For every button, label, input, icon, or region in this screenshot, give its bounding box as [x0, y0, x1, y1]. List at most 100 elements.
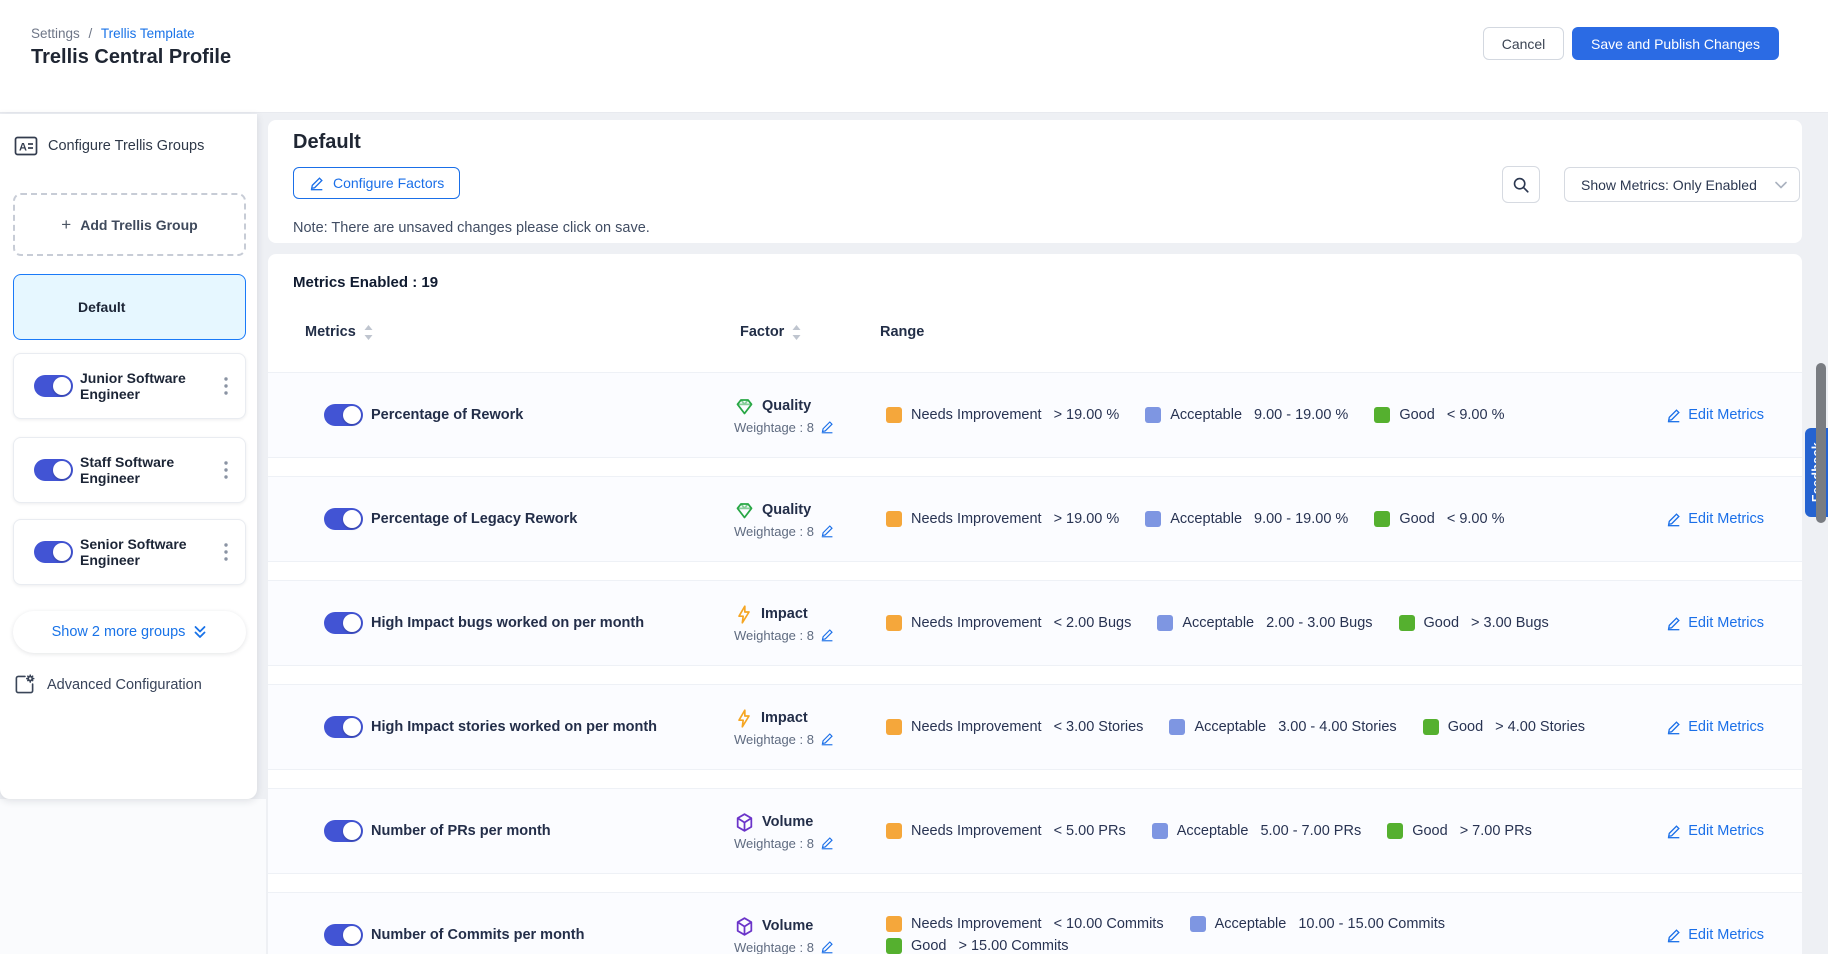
- show-more-groups-button[interactable]: Show 2 more groups: [13, 611, 246, 653]
- range-chip-needs-improvement: Needs Improvement> 19.00 %: [886, 511, 1119, 527]
- group-title: Default: [293, 131, 361, 154]
- range-value: 5.00 - 7.00 PRs: [1260, 823, 1361, 839]
- pencil-icon: [1666, 408, 1681, 423]
- sort-icon[interactable]: [364, 325, 373, 340]
- range-value: < 9.00 %: [1447, 511, 1505, 527]
- metric-toggle[interactable]: [324, 508, 363, 530]
- group-name: Staff Software Engineer: [80, 454, 198, 486]
- advanced-configuration-link[interactable]: Advanced Configuration: [14, 674, 202, 695]
- weightage-label: Weightage : 8: [734, 836, 814, 851]
- range-chip-needs-improvement: Needs Improvement< 3.00 Stories: [886, 719, 1143, 735]
- configure-factors-button[interactable]: Configure Factors: [293, 167, 460, 199]
- breadcrumb: Settings / Trellis Template: [31, 26, 195, 41]
- good-swatch: [1399, 615, 1415, 631]
- group-toggle[interactable]: [34, 459, 73, 481]
- breadcrumb-trellis-template[interactable]: Trellis Template: [101, 26, 195, 41]
- metric-toggle[interactable]: [324, 404, 363, 426]
- pencil-icon: [1666, 512, 1681, 527]
- metric-toggle[interactable]: [324, 924, 363, 946]
- good-swatch: [1387, 823, 1403, 839]
- plus-icon: +: [61, 215, 71, 235]
- sidebar: A Configure Trellis Groups + Add Trellis…: [0, 114, 257, 799]
- metric-toggle[interactable]: [324, 716, 363, 738]
- save-and-publish-button[interactable]: Save and Publish Changes: [1572, 27, 1779, 60]
- edit-weightage-icon[interactable]: [820, 628, 834, 642]
- range-chip-needs-improvement: Needs Improvement < 5.00 PRs: [886, 823, 1126, 839]
- kebab-menu-icon[interactable]: [217, 459, 235, 481]
- edit-weightage-icon[interactable]: [820, 420, 834, 434]
- weightage-label: Weightage : 8: [734, 420, 814, 435]
- pencil-icon: [1666, 928, 1681, 943]
- good-swatch: [1374, 511, 1390, 527]
- edit-weightage-icon[interactable]: [820, 524, 834, 538]
- range-value: 9.00 - 19.00 %: [1254, 511, 1348, 527]
- range-value: 2.00 - 3.00 Bugs: [1266, 615, 1372, 631]
- edit-metrics-link[interactable]: Edit Metrics: [1666, 615, 1764, 631]
- edit-metrics-link[interactable]: Edit Metrics: [1666, 719, 1764, 735]
- sort-icon[interactable]: [792, 325, 801, 340]
- edit-weightage-icon[interactable]: [820, 836, 834, 850]
- impact-lightning-icon: [734, 708, 754, 729]
- kebab-menu-icon[interactable]: [217, 375, 235, 397]
- factor-cell: Quality Weightage : 8: [734, 500, 886, 539]
- advanced-configuration-icon: [14, 674, 35, 695]
- edit-metrics-link[interactable]: Edit Metrics: [1666, 823, 1764, 839]
- add-trellis-group-button[interactable]: + Add Trellis Group: [13, 193, 246, 256]
- search-button[interactable]: [1502, 166, 1540, 203]
- group-toggle[interactable]: [34, 375, 73, 397]
- group-toggle[interactable]: [34, 541, 73, 563]
- range-label: Acceptable: [1170, 407, 1242, 423]
- sidebar-item-staff-software-engineer[interactable]: Staff Software Engineer: [13, 437, 246, 503]
- range-chip-acceptable: Acceptable9.00 - 19.00 %: [1145, 407, 1348, 423]
- kebab-menu-icon[interactable]: [217, 541, 235, 563]
- factor-name: Volume: [762, 814, 813, 830]
- volume-cube-icon: [734, 916, 755, 937]
- acceptable-swatch: [1190, 916, 1206, 932]
- range-label: Acceptable: [1215, 916, 1287, 932]
- factor-cell: Quality Weightage : 8: [734, 396, 886, 435]
- sidebar-item-junior-software-engineer[interactable]: Junior Software Engineer: [13, 353, 246, 419]
- range-label: Needs Improvement: [911, 823, 1042, 839]
- range-label: Good: [1412, 823, 1447, 839]
- factor-name: Impact: [761, 606, 808, 622]
- factor-cell: Impact Weightage : 8: [734, 604, 886, 643]
- impact-lightning-icon: [734, 604, 754, 625]
- cancel-button[interactable]: Cancel: [1483, 27, 1564, 60]
- range-value: < 10.00 Commits: [1054, 916, 1164, 932]
- good-swatch: [1374, 407, 1390, 423]
- edit-metrics-link[interactable]: Edit Metrics: [1666, 927, 1764, 943]
- edit-weightage-icon[interactable]: [820, 732, 834, 746]
- range-value: > 19.00 %: [1054, 511, 1120, 527]
- quality-gem-icon: [734, 500, 755, 521]
- range-chip-acceptable: Acceptable9.00 - 19.00 %: [1145, 511, 1348, 527]
- range-chip-needs-improvement: Needs Improvement< 2.00 Bugs: [886, 615, 1131, 631]
- advanced-configuration-label: Advanced Configuration: [47, 677, 202, 693]
- range-cell: Needs Improvement> 19.00 % Acceptable9.0…: [886, 511, 1648, 527]
- metric-name: Number of PRs per month: [364, 823, 734, 839]
- metrics-table-card: Metrics Enabled : 19 Metrics Factor Rang…: [268, 254, 1802, 954]
- metric-name: High Impact bugs worked on per month: [364, 615, 734, 631]
- page-title: Trellis Central Profile: [31, 46, 231, 69]
- table-row: Percentage of Rework Quality Weightage :…: [268, 372, 1802, 458]
- show-more-groups-label: Show 2 more groups: [52, 624, 186, 640]
- edit-metrics-link[interactable]: Edit Metrics: [1666, 407, 1764, 423]
- sidebar-item-default[interactable]: Default: [13, 274, 246, 340]
- range-chip-acceptable: Acceptable 10.00 - 15.00 Commits: [1190, 916, 1445, 932]
- factor-cell: Impact Weightage : 8: [734, 708, 886, 747]
- range-label: Acceptable: [1194, 719, 1266, 735]
- edit-weightage-icon[interactable]: [820, 940, 834, 954]
- range-value: > 4.00 Stories: [1495, 719, 1585, 735]
- sidebar-item-senior-software-engineer[interactable]: Senior Software Engineer: [13, 519, 246, 585]
- scrollbar-thumb[interactable]: [1816, 363, 1826, 523]
- range-value: 10.00 - 15.00 Commits: [1298, 916, 1445, 932]
- breadcrumb-settings[interactable]: Settings: [31, 26, 80, 41]
- weightage-label: Weightage : 8: [734, 940, 814, 954]
- acceptable-swatch: [1152, 823, 1168, 839]
- metric-toggle[interactable]: [324, 612, 363, 634]
- show-metrics-filter-dropdown[interactable]: Show Metrics: Only Enabled: [1564, 167, 1800, 202]
- edit-metrics-link[interactable]: Edit Metrics: [1666, 511, 1764, 527]
- group-name: Default: [78, 299, 196, 315]
- metric-toggle[interactable]: [324, 820, 363, 842]
- range-label: Needs Improvement: [911, 719, 1042, 735]
- range-value: < 5.00 PRs: [1054, 823, 1126, 839]
